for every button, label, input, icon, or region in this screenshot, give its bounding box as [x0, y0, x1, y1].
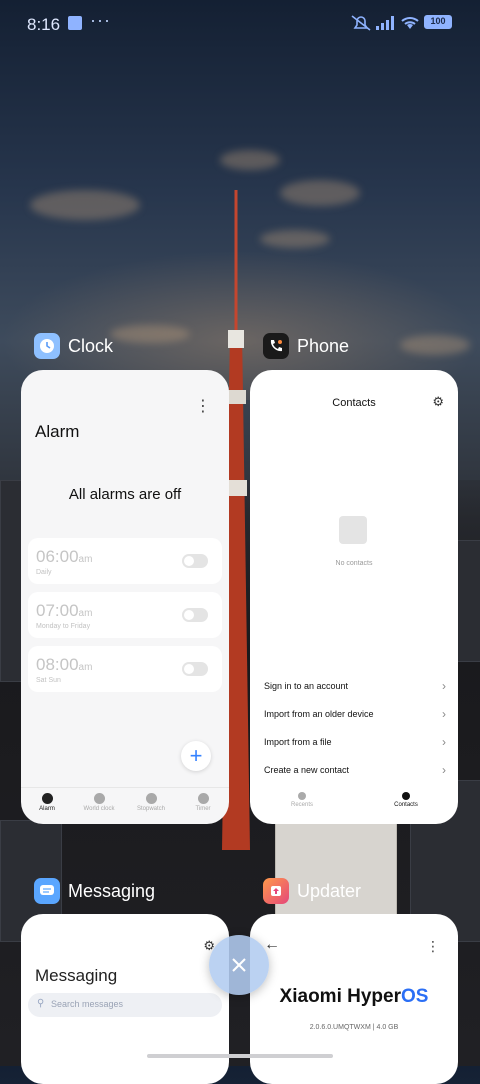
alarm-row: 08:00am Sat Sun — [28, 646, 222, 692]
alarm-ampm: am — [78, 662, 93, 673]
gear-icon: ⚙ — [432, 394, 444, 409]
brand-title: Xiaomi HyperOS — [279, 986, 429, 1007]
tab-timer: Timer — [177, 788, 229, 824]
back-arrow-icon: ← — [264, 936, 280, 953]
search-input: ⚲ Search messages — [28, 993, 222, 1017]
tab-recents: Recents — [250, 792, 354, 808]
recent-card-phone[interactable]: Contacts ⚙ No contacts Sign in to an acc… — [250, 370, 458, 824]
tab-contacts: Contacts — [354, 792, 458, 808]
globe-icon — [93, 793, 105, 804]
search-icon: ⚲ — [37, 998, 45, 1009]
status-time: 8:16 — [27, 15, 61, 34]
contacts-icon — [402, 792, 410, 800]
battery-icon: 100 — [424, 15, 452, 29]
alarm-toggle — [182, 554, 208, 568]
alarm-row: 07:00am Monday to Friday — [28, 592, 222, 638]
alarm-toggle — [182, 662, 208, 676]
search-placeholder: Search messages — [51, 999, 124, 1009]
wifi-icon — [401, 17, 419, 29]
app-name: Updater — [297, 880, 362, 901]
screen-title: Messaging — [35, 966, 118, 985]
more-menu-icon: ⋮ — [426, 938, 440, 954]
tab-alarm: Alarm — [21, 788, 73, 824]
recent-card-messaging[interactable]: ⚙ Messaging ⚲ Search messages — [21, 914, 229, 1084]
recents-icon — [298, 792, 306, 800]
messaging-icon — [34, 878, 60, 904]
alarm-days: Sat Sun — [36, 677, 61, 684]
alarm-icon — [41, 793, 53, 804]
empty-text: No contacts — [335, 560, 373, 567]
alarm-days: Monday to Friday — [36, 623, 91, 630]
alarm-ampm: am — [78, 554, 93, 565]
clock-tab-bar: Alarm World clock Stopwatch Timer — [21, 787, 229, 824]
recent-card-updater[interactable]: ← ⋮ Xiaomi HyperOS 2.0.6.0.UMQTWXM | 4.0… — [250, 914, 458, 1084]
alarm-toggle — [182, 608, 208, 622]
alarm-status: All alarms are off — [68, 486, 182, 503]
action-row: Sign in to an account › — [264, 679, 446, 693]
tab-stopwatch: Stopwatch — [125, 788, 177, 824]
chevron-right-icon: › — [442, 707, 446, 721]
chevron-right-icon: › — [442, 735, 446, 749]
screen-title: Alarm — [35, 422, 80, 441]
clear-all-button[interactable] — [209, 935, 269, 995]
updater-icon — [263, 878, 289, 904]
clock-icon — [34, 333, 60, 359]
status-bar: 8:16 ··· 100 — [0, 0, 480, 46]
hourglass-icon — [197, 793, 209, 804]
app-label-updater[interactable]: Updater — [263, 878, 361, 904]
add-alarm-icon: + — [181, 741, 211, 771]
mute-icon — [351, 15, 371, 31]
more-dots-icon: ··· — [90, 10, 111, 30]
action-row: Import from an older device › — [264, 707, 446, 721]
signal-icon — [376, 16, 394, 30]
alarm-ampm: am — [78, 608, 93, 619]
chevron-right-icon: › — [442, 763, 446, 777]
stopwatch-icon — [145, 793, 157, 804]
close-icon — [232, 958, 246, 972]
action-row: Create a new contact › — [264, 763, 446, 777]
app-label-phone[interactable]: Phone — [263, 333, 349, 359]
empty-contacts-icon — [339, 516, 371, 548]
home-gesture-bar[interactable] — [147, 1054, 333, 1058]
app-name: Clock — [68, 335, 114, 356]
recent-card-clock[interactable]: ⋮ Alarm All alarms are off 06:00am Daily… — [21, 370, 229, 824]
version-text: 2.0.6.0.UMQTWXM | 4.0 GB — [309, 1024, 399, 1031]
phone-icon — [263, 333, 289, 359]
tab-world-clock: World clock — [73, 788, 125, 824]
chevron-right-icon: › — [442, 679, 446, 693]
alarm-days: Daily — [36, 569, 52, 576]
phone-tab-bar: Recents Contacts — [250, 792, 458, 808]
app-label-clock[interactable]: Clock — [34, 333, 113, 359]
alarm-row: 06:00am Daily — [28, 538, 222, 584]
app-notification-icon — [68, 16, 82, 30]
alarm-time: 07:00 — [36, 601, 79, 620]
app-name: Phone — [297, 335, 350, 356]
screen-title: Contacts — [332, 397, 376, 409]
action-row: Import from a file › — [264, 735, 446, 749]
more-menu-icon: ⋮ — [195, 398, 211, 415]
alarm-time: 06:00 — [36, 547, 79, 566]
alarm-time: 08:00 — [36, 655, 79, 674]
battery-level: 100 — [430, 16, 446, 26]
app-name: Messaging — [68, 880, 156, 901]
app-label-messaging[interactable]: Messaging — [34, 878, 155, 904]
